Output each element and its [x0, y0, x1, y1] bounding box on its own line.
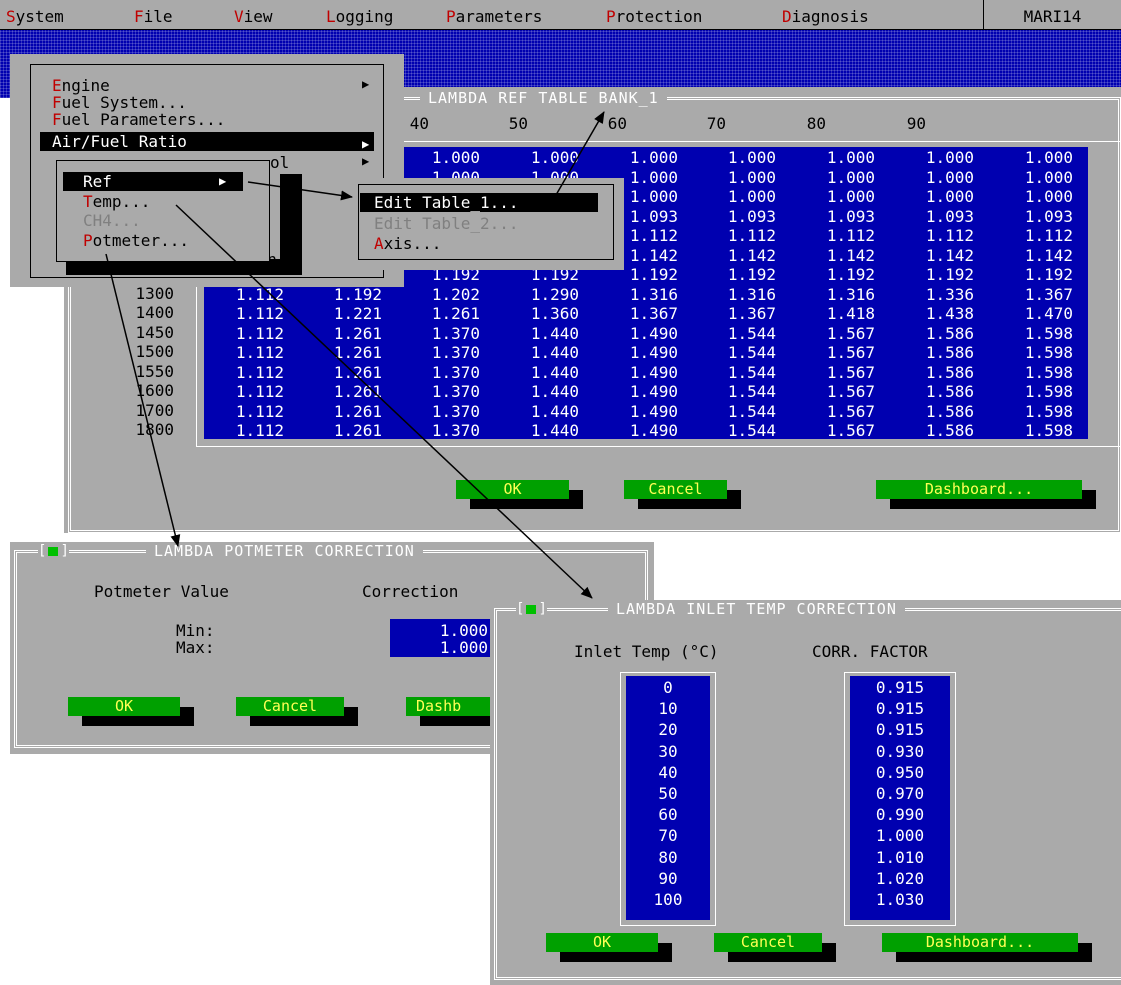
arrow-potmeter-to-dialog [105, 253, 181, 547]
arrow-edit-table-to-dialog [555, 111, 605, 196]
annotation-arrows [105, 111, 605, 599]
arrow-ref-to-submenu [247, 181, 353, 201]
submenu-arrow-icon: ▶ [219, 174, 227, 188]
arrow-temp-to-dialog [175, 204, 593, 599]
submenu-arrow-icon: ▶ [362, 137, 370, 151]
